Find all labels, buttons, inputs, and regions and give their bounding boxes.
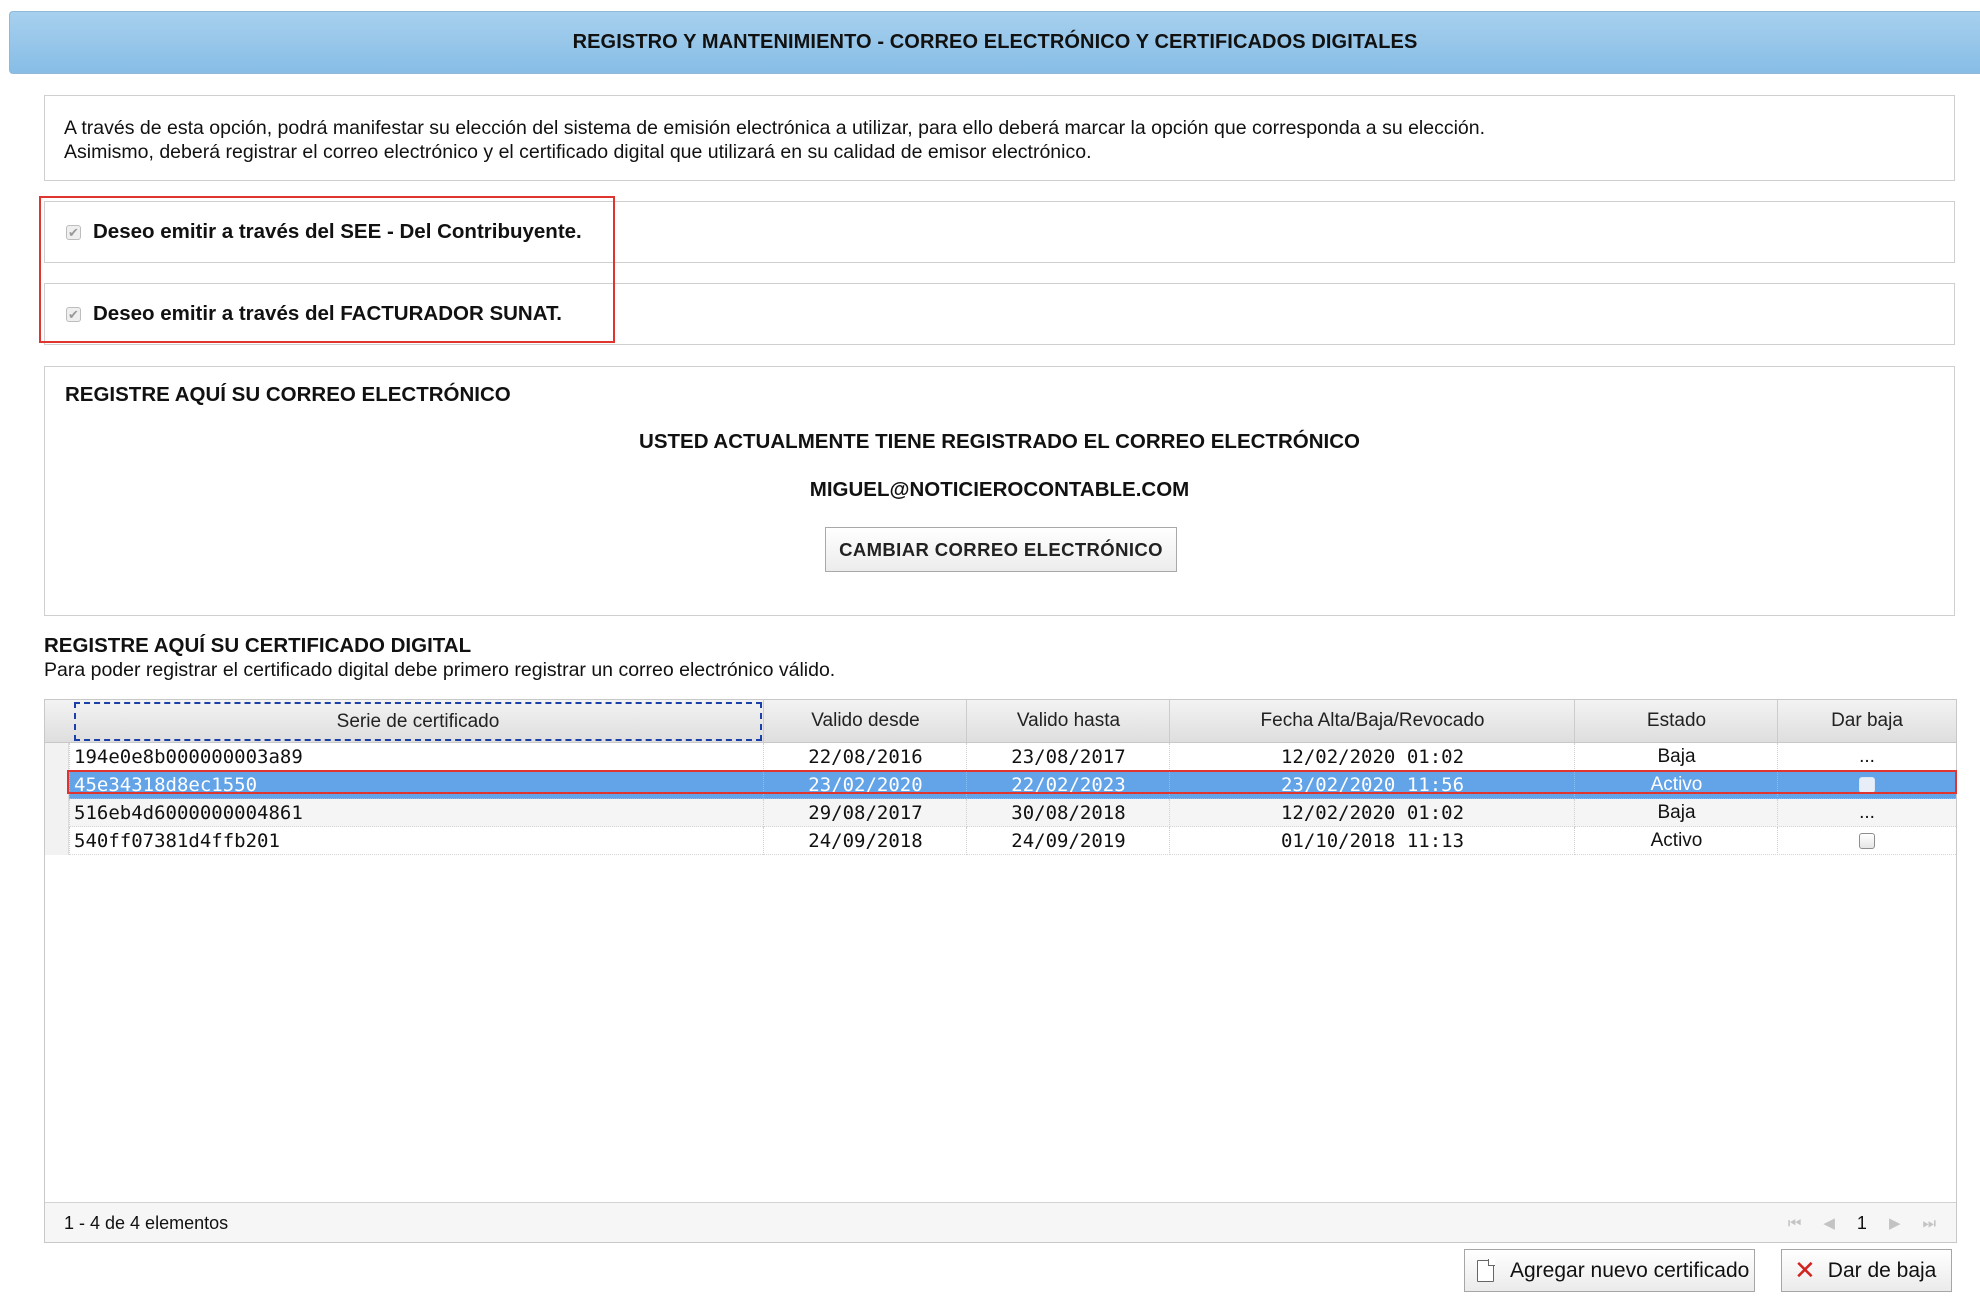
cell-estado: Baja <box>1574 743 1778 771</box>
email-address: MIGUEL@NOTICIEROCONTABLE.COM <box>809 478 1190 501</box>
cell-dar-baja <box>1777 771 1956 799</box>
cell-desde: 22/08/2016 <box>763 743 967 771</box>
cell-serie: 45e34318d8ec1550 <box>69 771 763 799</box>
page-title: REGISTRO Y MANTENIMIENTO - CORREO ELECTR… <box>572 31 1418 53</box>
dar-de-baja-label: Dar de baja <box>1827 1258 1937 1282</box>
cell-hasta: 22/02/2023 <box>966 771 1170 799</box>
cell-desde: 23/02/2020 <box>763 771 967 799</box>
pager-info: 1 - 4 de 4 elementos <box>64 1212 229 1233</box>
close-x-icon: ✕ <box>1794 1255 1816 1286</box>
highlight-options-outline <box>39 196 615 343</box>
cell-hasta: 30/08/2018 <box>966 799 1170 827</box>
cell-estado: Activo <box>1574 771 1778 799</box>
column-header-valido-desde[interactable]: Valido desde <box>763 700 967 742</box>
table-row-selected[interactable]: 45e34318d8ec1550 23/02/2020 22/02/2023 2… <box>45 771 1956 799</box>
cell-desde: 29/08/2017 <box>763 799 967 827</box>
add-certificate-button[interactable]: Agregar nuevo certificado <box>1464 1249 1755 1292</box>
table-row[interactable]: 194e0e8b000000003a89 22/08/2016 23/08/20… <box>45 743 1956 771</box>
dar-baja-checkbox[interactable] <box>1859 832 1875 849</box>
document-icon <box>1477 1258 1495 1282</box>
cell-dar-baja <box>1777 827 1956 855</box>
cell-fecha: 12/02/2020 01:02 <box>1169 743 1575 771</box>
grid-header: Serie de certificado Valido desde Valido… <box>45 700 1956 743</box>
column-header-dar-baja[interactable]: Dar baja <box>1777 700 1956 742</box>
cell-estado: Baja <box>1574 799 1778 827</box>
cell-serie: 516eb4d6000000004861 <box>69 799 763 827</box>
current-page-number[interactable]: 1 <box>1857 1213 1867 1234</box>
cell-dar-baja: ... <box>1777 799 1956 827</box>
cell-serie: 194e0e8b000000003a89 <box>69 743 763 771</box>
column-header-valido-hasta[interactable]: Valido hasta <box>966 700 1170 742</box>
cell-fecha: 01/10/2018 11:13 <box>1169 827 1575 855</box>
cell-dar-baja: ... <box>1777 743 1956 771</box>
pager-controls: ⏮ ◀ 1 ▶ ⏭ <box>1788 1203 1936 1243</box>
intro-line-1: A través de esta opción, podrá manifesta… <box>64 117 1486 139</box>
table-row[interactable]: 516eb4d6000000004861 29/08/2017 30/08/20… <box>45 799 1956 827</box>
add-certificate-label: Agregar nuevo certificado <box>1510 1258 1750 1282</box>
last-page-icon[interactable]: ⏭ <box>1922 1215 1936 1232</box>
certificate-grid: Serie de certificado Valido desde Valido… <box>44 699 1957 1243</box>
intro-line-2: Asimismo, deberá registrar el correo ele… <box>64 141 1092 163</box>
grid-pager: 1 - 4 de 4 elementos ⏮ ◀ 1 ▶ ⏭ <box>45 1202 1956 1242</box>
cell-hasta: 24/09/2019 <box>966 827 1170 855</box>
table-row[interactable]: 540ff07381d4ffb201 24/09/2018 24/09/2019… <box>45 827 1956 855</box>
email-panel: REGISTRE AQUÍ SU CORREO ELECTRÓNICO USTE… <box>44 366 1955 616</box>
cell-serie: 540ff07381d4ffb201 <box>69 827 763 855</box>
certificate-section-title: REGISTRE AQUÍ SU CERTIFICADO DIGITAL <box>44 634 472 657</box>
cell-fecha: 23/02/2020 11:56 <box>1169 771 1575 799</box>
column-header-serie[interactable]: Serie de certificado <box>74 702 762 741</box>
change-email-button[interactable]: CAMBIAR CORREO ELECTRÓNICO <box>825 527 1177 572</box>
next-page-icon[interactable]: ▶ <box>1889 1214 1901 1232</box>
email-section-title: REGISTRE AQUÍ SU CORREO ELECTRÓNICO <box>65 383 511 406</box>
cell-hasta: 23/08/2017 <box>966 743 1170 771</box>
first-page-icon[interactable]: ⏮ <box>1788 1215 1802 1232</box>
intro-panel: A través de esta opción, podrá manifesta… <box>44 95 1955 181</box>
dar-de-baja-button[interactable]: ✕ Dar de baja <box>1781 1249 1952 1292</box>
column-header-estado[interactable]: Estado <box>1574 700 1778 742</box>
column-header-fecha[interactable]: Fecha Alta/Baja/Revocado <box>1169 700 1575 742</box>
email-status-text: USTED ACTUALMENTE TIENE REGISTRADO EL CO… <box>639 430 1360 453</box>
dar-baja-checkbox[interactable] <box>1859 776 1875 793</box>
prev-page-icon[interactable]: ◀ <box>1823 1214 1835 1232</box>
certificate-subtitle: Para poder registrar el certificado digi… <box>44 659 836 681</box>
cell-fecha: 12/02/2020 01:02 <box>1169 799 1575 827</box>
page-header: REGISTRO Y MANTENIMIENTO - CORREO ELECTR… <box>9 11 1980 74</box>
cell-estado: Activo <box>1574 827 1778 855</box>
cell-desde: 24/09/2018 <box>763 827 967 855</box>
